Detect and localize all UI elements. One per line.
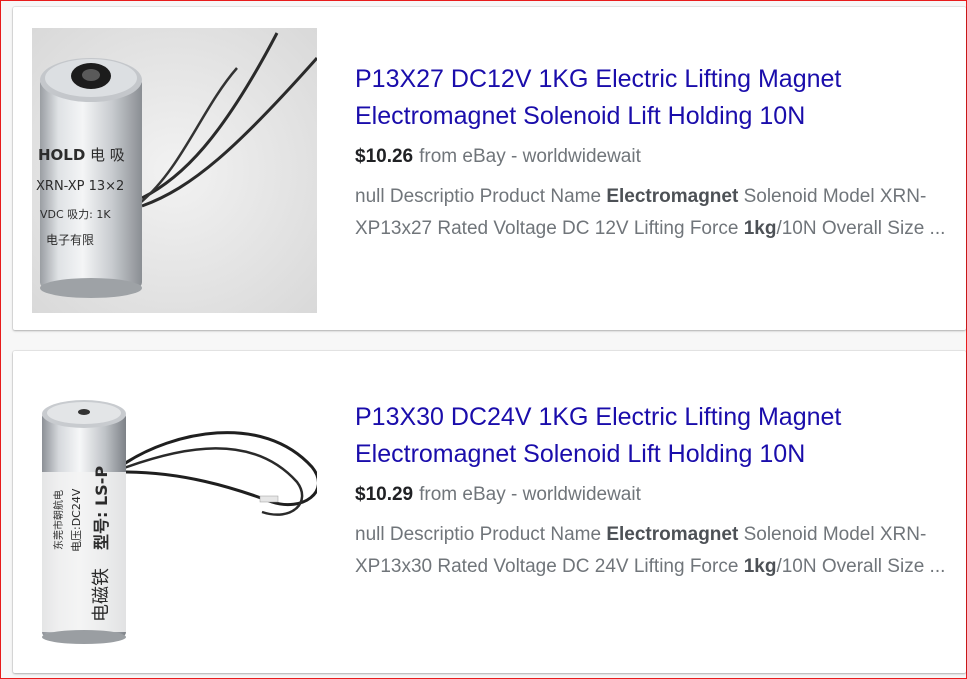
price: $10.29 — [355, 484, 414, 505]
product-image[interactable]: HOLD 电 吸 XRN-XP 13×2 VDC 吸力: 1K 电子有限 — [32, 28, 317, 313]
image-model-text: XRN-XP 13×2 — [36, 179, 124, 194]
result-info: P13X27 DC12V 1KG Electric Lifting Magnet… — [355, 61, 952, 245]
snippet-text: /10N Overall Size ... — [776, 218, 946, 239]
image-cn-text: 电磁铁 — [91, 568, 112, 622]
results-frame: HOLD 电 吸 XRN-XP 13×2 VDC 吸力: 1K 电子有限 P13… — [0, 0, 967, 679]
image-cn2-text: 东莞市朝航电 — [52, 490, 65, 550]
product-image[interactable]: 电磁铁 型号: LS-P 电压:DC24V 东莞市朝航电 — [32, 372, 317, 657]
snippet-highlight: Electromagnet — [606, 186, 739, 207]
title-line-2: Electromagnet Solenoid Lift Holding 10N — [355, 102, 806, 130]
source: from eBay - worldwidewait — [419, 146, 641, 167]
snippet-highlight: 1kg — [743, 218, 777, 239]
price-line: $10.29 from eBay - worldwidewait — [355, 483, 952, 507]
result-title-link[interactable]: P13X27 DC12V 1KG Electric Lifting Magnet… — [355, 61, 952, 135]
snippet: null Descriptio Product Name Electromagn… — [355, 181, 952, 245]
title-line-1: P13X27 DC12V 1KG Electric Lifting Magnet — [355, 65, 842, 93]
snippet-highlight: 1kg — [743, 556, 777, 577]
snippet: null Descriptio Product Name Electromagn… — [355, 519, 952, 583]
image-spec-text: 电压:DC24V — [70, 488, 83, 552]
image-cn-text: 电 吸 — [90, 146, 125, 164]
title-line-2: Electromagnet Solenoid Lift Holding 10N — [355, 440, 806, 468]
image-cn2-text: 电子有限 — [46, 233, 94, 247]
snippet-highlight: Electromagnet — [606, 524, 739, 545]
result-card: HOLD 电 吸 XRN-XP 13×2 VDC 吸力: 1K 电子有限 P13… — [13, 7, 966, 330]
source: from eBay - worldwidewait — [419, 484, 641, 505]
result-card: 电磁铁 型号: LS-P 电压:DC24V 东莞市朝航电 P13X30 DC24… — [13, 351, 966, 673]
result-info: P13X30 DC24V 1KG Electric Lifting Magnet… — [355, 399, 952, 583]
image-model-text: 型号: LS-P — [92, 466, 111, 550]
price-line: $10.26 from eBay - worldwidewait — [355, 145, 952, 169]
result-title-link[interactable]: P13X30 DC24V 1KG Electric Lifting Magnet… — [355, 399, 952, 473]
snippet-text: /10N Overall Size ... — [776, 556, 946, 577]
image-spec-text: VDC 吸力: 1K — [40, 208, 111, 221]
image-brand-text: HOLD — [38, 146, 85, 164]
price: $10.26 — [355, 146, 414, 167]
snippet-text: null Descriptio Product Name — [355, 524, 607, 545]
title-line-1: P13X30 DC24V 1KG Electric Lifting Magnet — [355, 403, 842, 431]
snippet-text: null Descriptio Product Name — [355, 186, 607, 207]
